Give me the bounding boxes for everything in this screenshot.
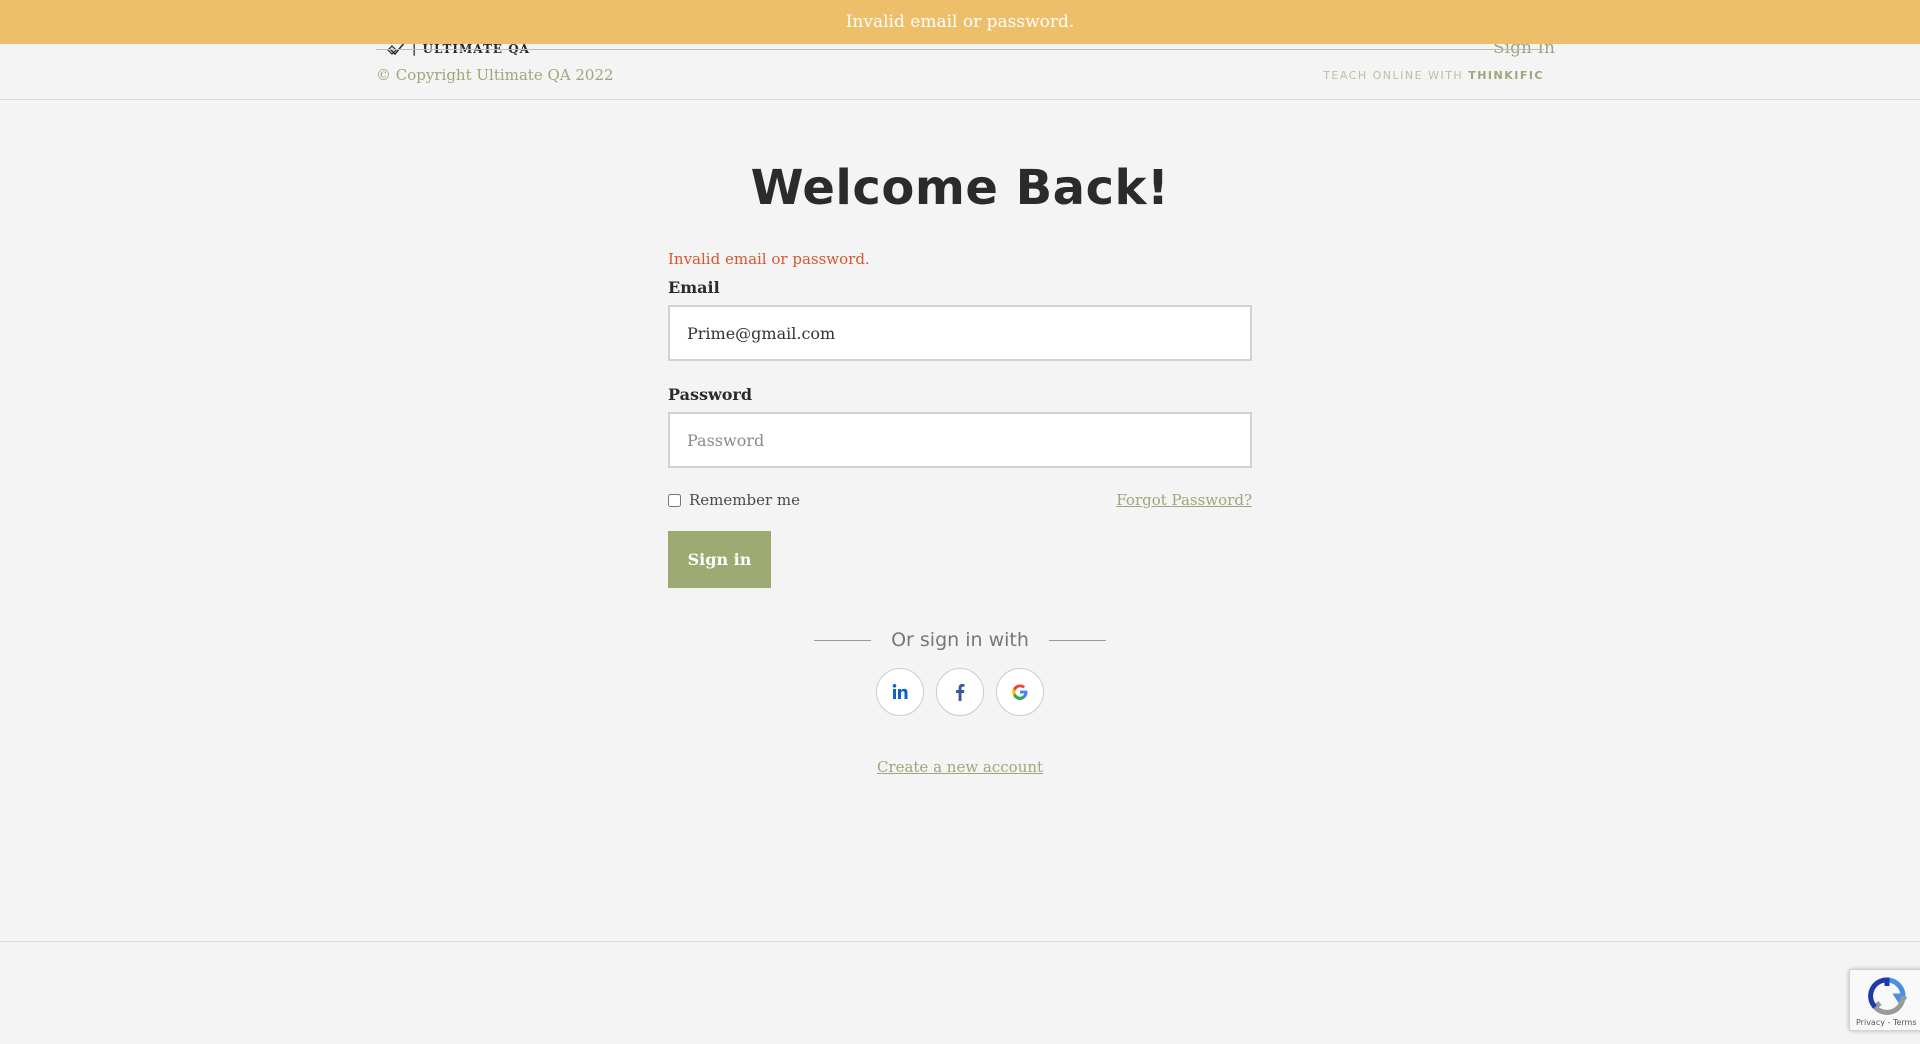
social-divider: Or sign in with	[814, 627, 1106, 653]
recaptcha-badge[interactable]: Privacy - Terms	[1849, 969, 1920, 1031]
email-label: Email	[668, 278, 720, 297]
social-signin-buttons	[876, 668, 1044, 716]
page-title: Welcome Back!	[750, 160, 1170, 216]
facebook-icon	[952, 683, 968, 701]
error-alert-banner: Invalid email or password.	[0, 0, 1920, 44]
email-field[interactable]	[668, 305, 1252, 361]
remember-me-checkbox[interactable]	[668, 493, 681, 507]
alert-message: Invalid email or password.	[845, 12, 1075, 32]
divider-line-left	[814, 639, 871, 641]
footer-divider	[376, 49, 1544, 50]
google-icon	[1011, 683, 1029, 701]
divider-line-right	[1048, 639, 1106, 641]
form-error-message: Invalid email or password.	[668, 250, 870, 268]
linkedin-signin-button[interactable]	[876, 668, 924, 716]
powered-brand: THINKIFIC	[1468, 69, 1544, 82]
forgot-password-link[interactable]: Forgot Password?	[1116, 491, 1252, 509]
recaptcha-links[interactable]: Privacy - Terms	[1856, 1018, 1917, 1027]
remember-me-label: Remember me	[689, 491, 801, 509]
form-options-row: Remember me Forgot Password?	[668, 490, 1252, 510]
powered-by-link[interactable]: TEACH ONLINE WITH THINKIFIC	[1323, 69, 1544, 82]
sign-in-button[interactable]: Sign in	[668, 531, 771, 588]
powered-prefix: TEACH ONLINE WITH	[1323, 69, 1464, 82]
login-form: Invalid email or password. Email Passwor…	[668, 250, 1252, 588]
create-account-container: Create a new account	[0, 757, 1920, 776]
remember-me[interactable]: Remember me	[668, 491, 800, 509]
linkedin-icon	[891, 683, 909, 701]
facebook-signin-button[interactable]	[936, 668, 984, 716]
recaptcha-icon	[1867, 976, 1908, 1020]
divider-text: Or sign in with	[891, 629, 1029, 651]
password-label: Password	[668, 385, 753, 404]
password-field[interactable]	[668, 412, 1252, 468]
create-account-link[interactable]: Create a new account	[877, 758, 1043, 776]
footer-copyright: © Copyright Ultimate QA 2022	[376, 66, 614, 84]
site-footer	[0, 941, 1920, 1044]
google-signin-button[interactable]	[996, 668, 1044, 716]
